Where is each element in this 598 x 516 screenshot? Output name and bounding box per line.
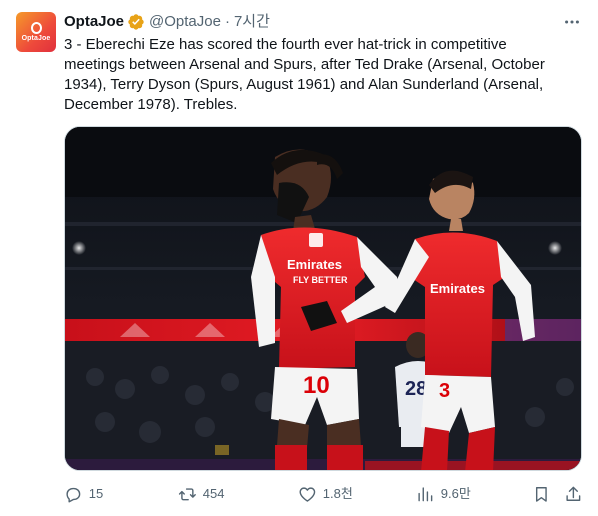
right-sponsor: Emirates bbox=[430, 281, 485, 296]
share-icon bbox=[566, 486, 581, 501]
avatar[interactable]: OptaJoe bbox=[16, 12, 56, 52]
reply-icon bbox=[66, 487, 81, 503]
left-shirt-number: 10 bbox=[303, 372, 330, 399]
bookmark-icon bbox=[535, 486, 547, 502]
like-count: 1.8천 bbox=[322, 486, 353, 501]
like-button[interactable]: 1.8천 bbox=[298, 484, 353, 504]
right-shirt-number: 3 bbox=[439, 380, 450, 402]
share-button[interactable] bbox=[564, 484, 583, 504]
timestamp[interactable]: 7시간 bbox=[234, 12, 270, 32]
author-handle[interactable]: @OptaJoe bbox=[149, 12, 221, 32]
reply-count: 15 bbox=[88, 486, 104, 501]
tweet-text: 3 - Eberechi Eze has scored the fourth e… bbox=[64, 35, 580, 115]
analytics-icon bbox=[418, 487, 433, 501]
more-options-icon[interactable] bbox=[562, 12, 582, 32]
reply-button[interactable]: 15 bbox=[64, 484, 103, 504]
celebration-photo: 28 Emirates 3 Emirates FLY BETTER 10 bbox=[65, 127, 581, 470]
tweet-header: OptaJoe @OptaJoe · 7시간 bbox=[64, 12, 582, 32]
avatar-wordmark: OptaJoe bbox=[21, 35, 51, 42]
tweet-text-line: December 1978). Trebles. bbox=[64, 96, 238, 113]
tweet-actions: 15 454 1.8천 9.6만 bbox=[64, 484, 582, 504]
tweet-text-line: 1934), Terry Dyson (Spurs, August 1961) … bbox=[64, 76, 544, 93]
left-sponsor-tagline: FLY BETTER bbox=[293, 275, 348, 285]
tweet-text-line: 3 - Eberechi Eze has scored the fourth e… bbox=[64, 36, 507, 53]
tweet-card[interactable]: OptaJoe OptaJoe @OptaJoe · 7시간 3 - Ebere… bbox=[0, 0, 598, 516]
views-button[interactable]: 9.6만 bbox=[416, 484, 471, 504]
view-count: 9.6만 bbox=[440, 486, 471, 501]
tweet-photo[interactable]: 28 Emirates 3 Emirates FLY BETTER 10 bbox=[64, 126, 582, 471]
author-name[interactable]: OptaJoe bbox=[64, 12, 124, 32]
heart-icon bbox=[299, 487, 316, 502]
bookmark-button[interactable] bbox=[532, 484, 551, 504]
repost-count: 454 bbox=[202, 486, 225, 501]
left-sponsor: Emirates bbox=[287, 257, 342, 272]
repost-button[interactable]: 454 bbox=[178, 484, 224, 504]
tweet-text-line: meetings between Arsenal and Spurs, afte… bbox=[64, 56, 545, 73]
repost-icon bbox=[178, 487, 196, 501]
avatar-logo-mark bbox=[30, 22, 42, 34]
separator-dot: · bbox=[224, 13, 230, 30]
verified-badge-icon[interactable] bbox=[127, 13, 145, 31]
